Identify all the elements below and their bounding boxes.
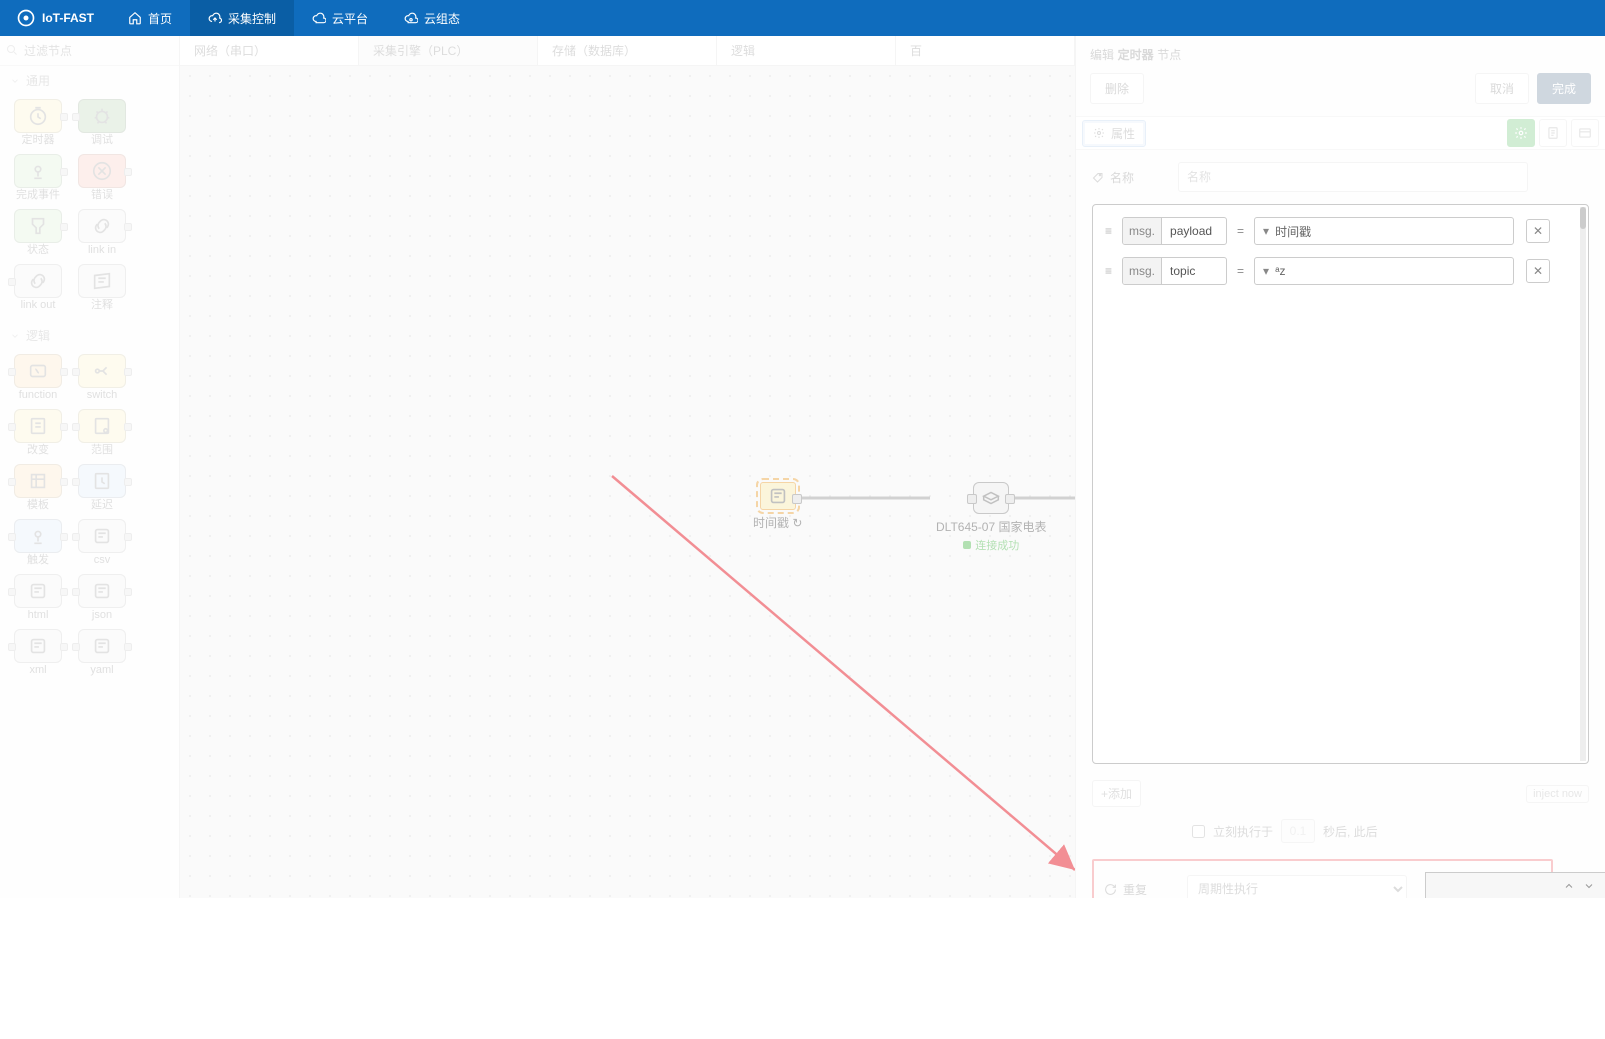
nav-collect[interactable]: 采集控制 — [190, 0, 294, 36]
flow-node[interactable]: 时间戳 ↻ — [753, 482, 802, 531]
nav-home[interactable]: 首页 — [110, 0, 190, 36]
once-label: 立刻执行于 — [1213, 823, 1273, 840]
msg-key[interactable]: msg.payload — [1122, 217, 1227, 245]
tab-properties[interactable]: 属性 — [1082, 120, 1146, 147]
tab-label: 属性 — [1111, 125, 1135, 142]
palette-node[interactable]: xml — [10, 629, 66, 676]
value-type-select[interactable]: ▾时间戳 — [1254, 217, 1514, 245]
name-label: 名称 — [1092, 169, 1168, 186]
palette-filter-input[interactable] — [0, 36, 179, 65]
tab-appearance[interactable] — [1571, 119, 1599, 147]
top-bar: IoT-FAST 首页 采集控制 云平台 云组态 — [0, 0, 1605, 36]
rule-list: ≡ msg.payload = ▾时间戳 ✕ ≡ msg.topic = ▾ᵃz… — [1092, 204, 1589, 764]
palette-node[interactable]: 定时器 — [10, 99, 66, 146]
once-delay-input[interactable] — [1281, 819, 1315, 843]
palette-node[interactable]: csv — [74, 519, 130, 566]
flow-tab[interactable]: 存储（数据库） — [538, 36, 717, 65]
remove-rule-button[interactable]: ✕ — [1526, 219, 1550, 243]
repeat-label: 重复 — [1123, 881, 1147, 898]
repeat-mode-select[interactable]: 周期性执行 — [1187, 875, 1407, 898]
node-palette: 通用定时器调试完成事件错误状态link inlink out注释逻辑 functi… — [0, 36, 180, 898]
palette-node[interactable]: function — [10, 354, 66, 401]
chevron-down-icon[interactable] — [1583, 880, 1595, 892]
once-suffix: 秒后, 此后 — [1323, 823, 1378, 840]
msg-key[interactable]: msg.topic — [1122, 257, 1227, 285]
palette-filter — [0, 36, 179, 66]
done-button[interactable]: 完成 — [1537, 73, 1591, 104]
nav-label: 云组态 — [424, 10, 460, 27]
flow-canvas[interactable]: 时间戳 ↻DLT645-07 国家电表连接成功msg.payload — [180, 66, 1075, 898]
doc-icon — [1546, 126, 1560, 140]
palette-node[interactable]: 延迟 — [74, 464, 130, 511]
palette-node[interactable]: 改变 — [10, 409, 66, 456]
palette-node[interactable]: html — [10, 574, 66, 621]
app-logo: IoT-FAST — [0, 8, 110, 28]
inject-once-row: 立刻执行于 秒后, 此后 — [1192, 819, 1589, 843]
footer-tray — [1425, 872, 1605, 898]
name-input[interactable] — [1178, 162, 1528, 192]
search-icon — [6, 44, 18, 56]
flow-tabs: 网络（串口）采集引擎（PLC）存储（数据库）逻辑百 — [180, 36, 1075, 66]
edit-panel: 编辑 定时器 节点 删除 取消 完成 属性 — [1075, 36, 1605, 898]
palette-node[interactable]: 调试 — [74, 99, 130, 146]
gear-icon — [1093, 127, 1105, 139]
palette-node[interactable]: switch — [74, 354, 130, 401]
inject-now-badge[interactable]: inject now — [1526, 785, 1589, 803]
nav-cloud[interactable]: 云平台 — [294, 0, 386, 36]
cancel-button[interactable]: 取消 — [1475, 73, 1529, 104]
repeat-icon — [1104, 883, 1117, 896]
tab-env[interactable] — [1507, 119, 1535, 147]
rule-row: ≡ msg.topic = ▾ᵃz ✕ — [1099, 251, 1582, 291]
equals-label: = — [1233, 224, 1248, 238]
rule-row: ≡ msg.payload = ▾时间戳 ✕ — [1099, 211, 1582, 251]
flow-tab[interactable]: 采集引擎（PLC） — [359, 36, 538, 65]
chevron-down-icon — [10, 331, 20, 341]
flow-tab[interactable]: 网络（串口） — [180, 36, 359, 65]
remove-rule-button[interactable]: ✕ — [1526, 259, 1550, 283]
palette-node[interactable]: 错误 — [74, 154, 130, 201]
palette-node[interactable]: 状态 — [10, 209, 66, 256]
add-rule-button[interactable]: +添加 — [1092, 780, 1141, 807]
nav-scada[interactable]: 云组态 — [386, 0, 478, 36]
palette-node[interactable]: 注释 — [74, 264, 130, 311]
cloud-gear-icon — [404, 11, 418, 25]
palette-node[interactable]: json — [74, 574, 130, 621]
value-type-select[interactable]: ▾ᵃz — [1254, 257, 1514, 285]
inject-once-checkbox[interactable] — [1192, 825, 1205, 838]
delete-button[interactable]: 删除 — [1090, 73, 1144, 104]
home-icon — [128, 11, 142, 25]
gear-icon — [1514, 126, 1528, 140]
drag-handle-icon[interactable]: ≡ — [1101, 264, 1116, 278]
flow-tab[interactable]: 逻辑 — [717, 36, 896, 65]
canvas-area: 网络（串口）采集引擎（PLC）存储（数据库）逻辑百 时间戳 ↻ DLT645-07… — [180, 36, 1075, 898]
flow-node[interactable]: DLT645-07 国家电表连接成功 — [936, 482, 1046, 553]
edit-panel-title: 编辑 定时器 节点 — [1076, 36, 1605, 73]
nav-label: 首页 — [148, 10, 172, 27]
cloud-icon — [312, 11, 326, 25]
palette-node[interactable]: 范围 — [74, 409, 130, 456]
drag-handle-icon[interactable]: ≡ — [1101, 224, 1116, 238]
logo-icon — [16, 8, 36, 28]
main-nav: 首页 采集控制 云平台 云组态 — [110, 0, 478, 36]
layout-icon — [1578, 126, 1592, 140]
palette-node[interactable]: link in — [74, 209, 130, 256]
cloud-up-icon — [208, 11, 222, 25]
palette-category[interactable]: 逻辑 — [0, 321, 179, 350]
palette-node[interactable]: 模板 — [10, 464, 66, 511]
palette-category[interactable]: 通用 — [0, 66, 179, 95]
chevron-up-icon[interactable] — [1563, 880, 1575, 892]
rule-scrollbar[interactable] — [1580, 207, 1586, 761]
chevron-down-icon — [10, 76, 20, 86]
palette-node[interactable]: 触发 — [10, 519, 66, 566]
palette-node[interactable]: 完成事件 — [10, 154, 66, 201]
palette-node[interactable]: link out — [10, 264, 66, 311]
app-name: IoT-FAST — [42, 11, 94, 25]
tag-icon — [1092, 171, 1104, 183]
tab-docs[interactable] — [1539, 119, 1567, 147]
palette-node[interactable]: yaml — [74, 629, 130, 676]
nav-label: 采集控制 — [228, 10, 276, 27]
equals-label: = — [1233, 264, 1248, 278]
flow-tab[interactable]: 百 — [896, 36, 1075, 65]
nav-label: 云平台 — [332, 10, 368, 27]
